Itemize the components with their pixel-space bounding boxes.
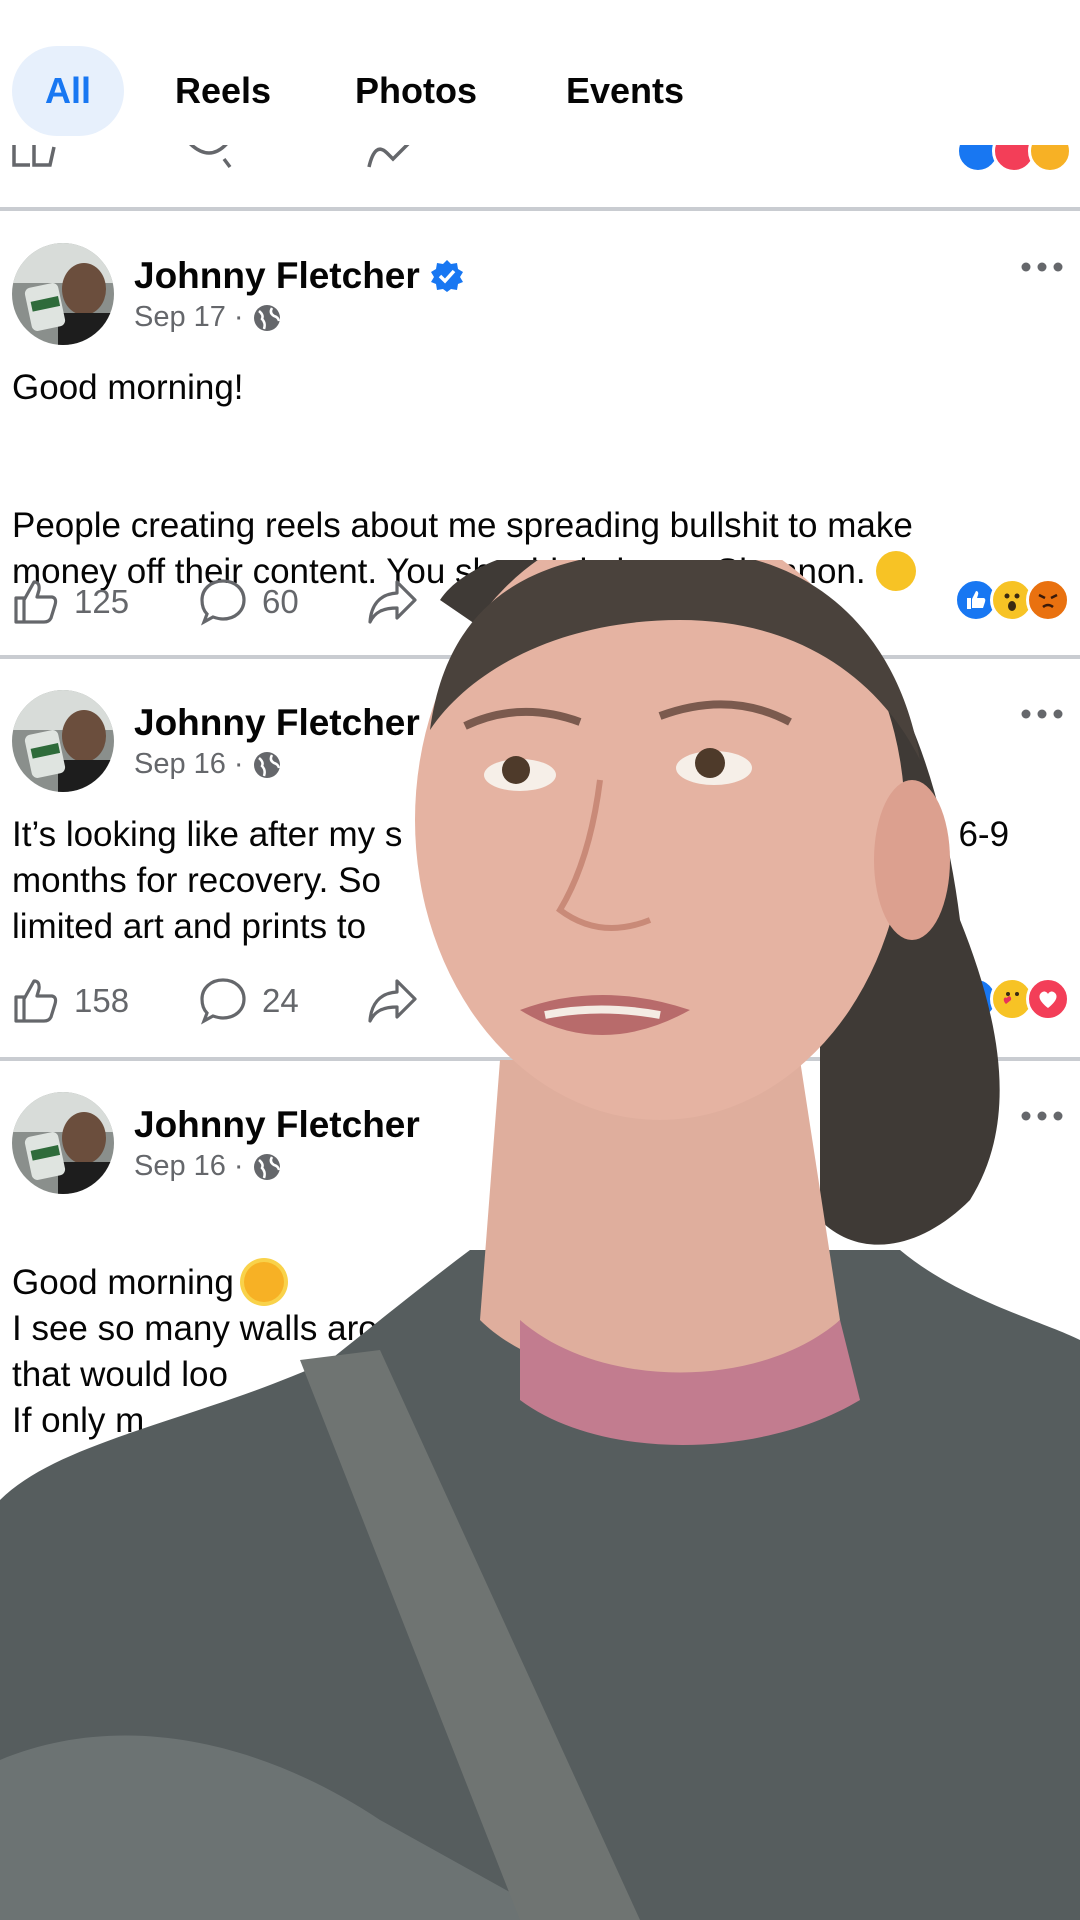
post-text-body-right: wn 6-9 ne — [904, 815, 1010, 900]
globe-icon — [253, 1153, 280, 1180]
post-meta: Sep 16 · — [134, 1150, 282, 1183]
author-name[interactable]: Johnny Fletcher — [134, 255, 464, 297]
meta-separator: · — [233, 748, 244, 780]
avatar[interactable] — [12, 1092, 114, 1194]
like-button[interactable]: 158 — [12, 971, 129, 1031]
author-name[interactable]: Johnny Fletcher — [134, 1104, 420, 1146]
globe-icon — [253, 304, 280, 331]
avatar[interactable] — [12, 243, 114, 345]
more-options-icon[interactable] — [1020, 1106, 1064, 1126]
tab-reels[interactable]: Reels — [175, 46, 271, 136]
more-options-icon[interactable] — [1020, 257, 1064, 277]
post-date[interactable]: Sep 17 — [134, 301, 226, 334]
share-icon — [368, 979, 417, 1023]
comment-count: 60 — [262, 583, 299, 620]
care-reaction-icon — [1028, 145, 1072, 173]
post-divider — [0, 655, 1080, 659]
like-icon — [14, 979, 58, 1023]
post-text-body: I see so many walls around t that would … — [12, 1309, 456, 1440]
comment-icon[interactable] — [180, 145, 240, 173]
sun-emoji-icon — [243, 1262, 284, 1302]
post-actions: 125 60 — [0, 572, 1080, 632]
post-text-greeting-content: Good morning — [12, 1263, 234, 1302]
share-button[interactable] — [367, 572, 419, 632]
verified-badge-icon — [430, 707, 463, 739]
post-meta: Sep 16 · — [134, 748, 282, 781]
comment-button[interactable]: 60 — [198, 572, 299, 632]
meta-separator: · — [233, 1150, 244, 1182]
tab-events[interactable]: Events — [566, 46, 684, 136]
tab-photos[interactable]: Photos — [355, 46, 477, 136]
angry-reaction-icon — [1026, 578, 1070, 622]
post-text-greeting: Good morning! — [12, 368, 244, 407]
share-button[interactable] — [367, 971, 419, 1031]
post-date[interactable]: Sep 16 — [134, 1150, 226, 1183]
more-options-icon[interactable] — [1020, 704, 1064, 724]
share-icon — [368, 580, 417, 624]
love-reaction-icon — [1026, 977, 1070, 1021]
reaction-summary[interactable] — [954, 578, 1070, 622]
like-count: 125 — [74, 583, 130, 620]
reaction-summary[interactable] — [954, 977, 1070, 1021]
comment-icon — [200, 978, 246, 1025]
like-icon[interactable] — [10, 145, 60, 175]
comment-button[interactable]: 24 — [198, 971, 299, 1031]
author-name[interactable]: Johnny Fletcher — [134, 702, 464, 744]
previous-post-reactions[interactable] — [956, 145, 1072, 173]
verified-badge-icon — [430, 260, 463, 292]
like-button[interactable]: 125 — [12, 572, 129, 632]
tab-all[interactable]: All — [12, 46, 124, 136]
avatar[interactable] — [12, 690, 114, 792]
comment-count: 24 — [262, 982, 299, 1019]
filter-tabs: All Reels Photos Events — [0, 0, 1080, 145]
post-actions: 158 24 — [0, 971, 1080, 1031]
post-text-greeting: Good morning — [12, 1214, 1062, 1306]
previous-post-actions — [0, 145, 1080, 205]
globe-icon — [253, 751, 280, 778]
like-count: 158 — [74, 982, 130, 1019]
comment-icon — [200, 579, 246, 626]
post-meta: Sep 17 · — [134, 301, 282, 334]
share-icon[interactable] — [365, 145, 415, 173]
post-date[interactable]: Sep 16 — [134, 748, 226, 781]
like-icon — [14, 580, 58, 624]
meta-separator: · — [233, 301, 244, 333]
post-divider — [0, 207, 1080, 211]
post-divider — [0, 1057, 1080, 1061]
